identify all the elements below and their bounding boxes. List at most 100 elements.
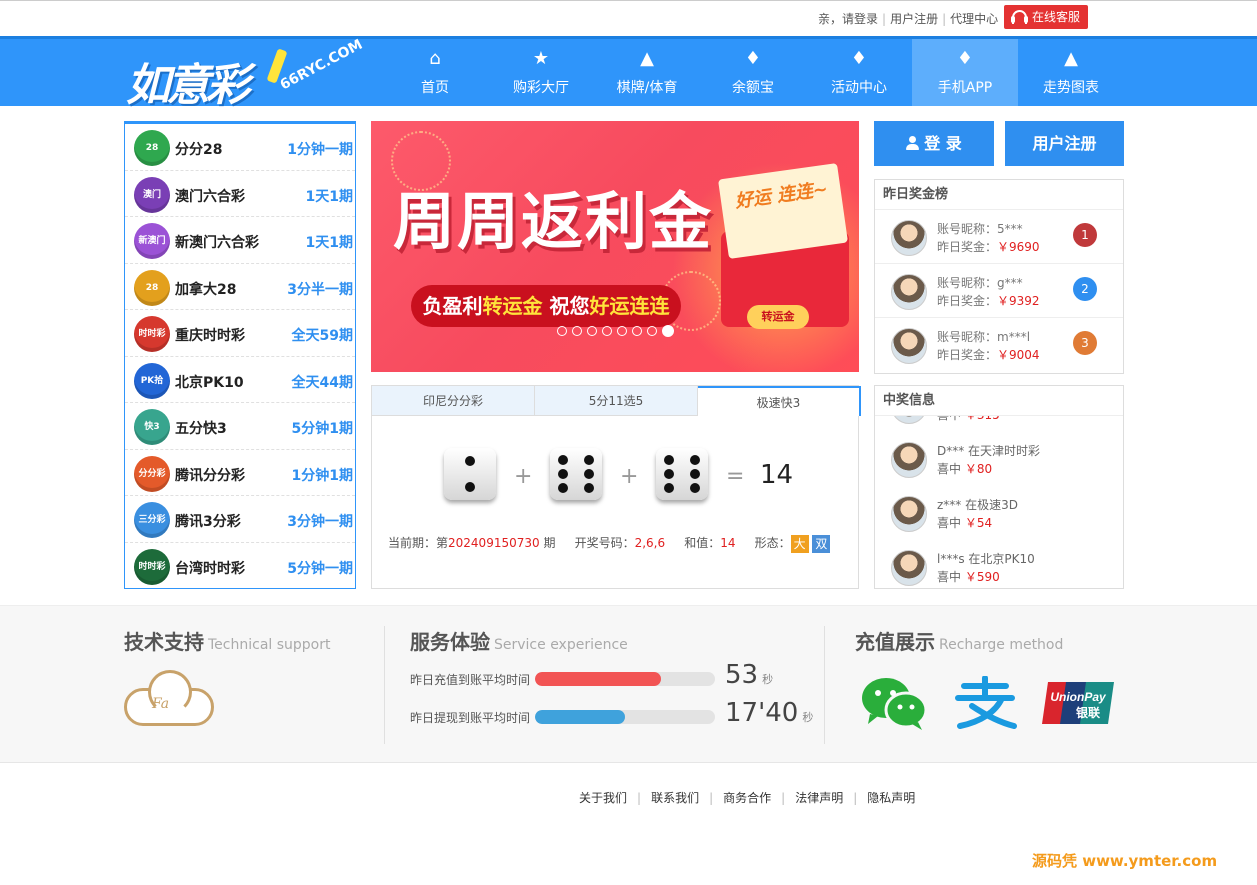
rank-medal: 3 bbox=[1073, 331, 1097, 355]
game-item[interactable]: 时时彩 重庆时时彩 全天59期 bbox=[125, 310, 355, 357]
leaderboard-row: 账号昵称：m***l 昨日奖金：￥9004 3 bbox=[875, 318, 1123, 372]
nav-item-3[interactable]: ♦ 余额宝 bbox=[700, 39, 806, 106]
dice-pip bbox=[664, 455, 674, 465]
nav-label: 手机APP bbox=[937, 80, 993, 96]
dice-pip bbox=[558, 483, 568, 493]
winner-amount: 喜中 ￥315 bbox=[937, 416, 1000, 423]
carousel-dot[interactable] bbox=[617, 325, 627, 336]
nav-item-4[interactable]: ♦ 活动中心 bbox=[806, 39, 912, 106]
game-logo-icon: 时时彩 bbox=[134, 548, 170, 585]
game-item[interactable]: 时时彩 台湾时时彩 5分钟一期 bbox=[125, 543, 355, 590]
carousel-dots bbox=[557, 323, 679, 337]
nav-item-6[interactable]: ▲ 走势图表 bbox=[1018, 39, 1124, 106]
carousel-dot[interactable] bbox=[632, 325, 642, 336]
game-logo-icon: 28 bbox=[134, 269, 170, 306]
game-period: 全天59期 bbox=[291, 328, 353, 344]
footer-link[interactable]: 联系我们 bbox=[651, 791, 699, 805]
game-name: 台湾时时彩 bbox=[175, 560, 245, 577]
game-name: 北京PK10 bbox=[175, 374, 244, 391]
nav-label: 走势图表 bbox=[1043, 80, 1099, 96]
game-item[interactable]: 28 分分28 1分钟一期 bbox=[125, 124, 355, 171]
leaderboard-title: 昨日奖金榜 bbox=[875, 180, 1123, 210]
nav-item-5[interactable]: ♦ 手机APP bbox=[912, 39, 1018, 106]
winner-info: D*** 在天津时时彩 bbox=[937, 444, 1041, 458]
money-bag-icon: ♦ bbox=[744, 48, 762, 69]
nav-item-2[interactable]: ▲ 棋牌/体育 bbox=[594, 39, 700, 106]
footer-links: 关于我们 | 联系我们 | 商务合作 | 法律声明 | 隐私声明 bbox=[579, 791, 916, 805]
game-period: 5分钟1期 bbox=[291, 421, 353, 437]
dice-pip bbox=[558, 469, 568, 479]
dice-pip bbox=[690, 455, 700, 465]
game-period: 1分钟1期 bbox=[291, 467, 353, 484]
game-period: 1分钟一期 bbox=[287, 142, 353, 158]
carousel-dot[interactable] bbox=[662, 324, 674, 337]
game-item[interactable]: 新澳门 新澳门六合彩 1天1期 bbox=[125, 217, 355, 264]
game-item[interactable]: 分分彩 腾讯分分彩 1分钟1期 bbox=[125, 450, 355, 496]
plus-sign: + bbox=[514, 464, 533, 489]
top-links: 亲，请登录 | 用户注册 | 代理中心 bbox=[818, 12, 999, 26]
banner-envelope-button[interactable]: 转运金 bbox=[747, 305, 809, 329]
metric-value: 17'40 秒 bbox=[725, 698, 814, 728]
login-label: 登 录 bbox=[924, 134, 962, 153]
footer-link[interactable]: 隐私声明 bbox=[867, 791, 915, 805]
winners-box: 中奖信息 喜中 ￥315 D*** 在天津时时彩喜中 ￥80 z*** 在极速3D 喜… bbox=[874, 385, 1124, 589]
account-name: 账号昵称：5*** bbox=[937, 222, 1023, 236]
rank-medal: 1 bbox=[1073, 223, 1097, 247]
dice-pip bbox=[465, 482, 475, 492]
banner-headline: 周周返利金 bbox=[393, 185, 714, 258]
game-logo-icon: 28 bbox=[134, 130, 170, 166]
equals-sign: = bbox=[726, 464, 745, 489]
game-name: 腾讯3分彩 bbox=[175, 514, 241, 530]
prize-line: 昨日奖金：￥9004 bbox=[937, 348, 1040, 362]
account-name: 账号昵称：m***l bbox=[937, 330, 1031, 344]
footer-link[interactable]: 关于我们 bbox=[579, 791, 627, 805]
site-logo[interactable]: 如意彩 66RYC.COM bbox=[126, 37, 365, 111]
footer-link[interactable]: 法律声明 bbox=[795, 791, 843, 805]
register-link[interactable]: 用户注册 bbox=[890, 12, 938, 26]
nav-item-0[interactable]: ⌂ 首页 bbox=[382, 39, 488, 106]
game-logo-icon: 分分彩 bbox=[134, 455, 170, 492]
register-button[interactable]: 用户注册 bbox=[1005, 121, 1124, 166]
metric-label: 昨日提现到账平均时间 bbox=[410, 711, 531, 725]
game-item[interactable]: 28 加拿大28 3分半一期 bbox=[125, 264, 355, 310]
alipay-icon bbox=[955, 676, 1017, 729]
game-logo-icon: 澳门 bbox=[134, 176, 170, 213]
online-service-button[interactable]: 在线客服 bbox=[1004, 5, 1088, 29]
game-item[interactable]: 快3 五分快3 5分钟1期 bbox=[125, 403, 355, 450]
game-item[interactable]: PK拾 北京PK10 全天44期 bbox=[125, 357, 355, 403]
promo-banner[interactable]: 周周返利金 负盈利转运金 祝您好运连连 好运 连连~ 转运金 bbox=[371, 121, 859, 372]
user-icon bbox=[906, 136, 920, 150]
form-big-badge: 大 bbox=[790, 534, 809, 553]
winner-row: 喜中 ￥315 bbox=[875, 416, 1123, 434]
carousel-dot[interactable] bbox=[557, 325, 567, 336]
lottery-tab-0[interactable]: 印尼分分彩 bbox=[372, 386, 535, 416]
login-button[interactable]: 登 录 bbox=[874, 121, 994, 166]
nav-item-1[interactable]: ★ 购彩大厅 bbox=[488, 39, 594, 106]
game-name: 澳门六合彩 bbox=[175, 188, 245, 205]
star-icon: ★ bbox=[532, 48, 550, 69]
game-item[interactable]: 澳门 澳门六合彩 1天1期 bbox=[125, 171, 355, 217]
metric-progress-bar bbox=[535, 672, 715, 686]
dice-pip bbox=[664, 469, 674, 479]
game-item[interactable]: 三分彩 腾讯3分彩 3分钟一期 bbox=[125, 496, 355, 543]
login-link[interactable]: 亲，请登录 bbox=[818, 12, 878, 26]
money-bag-icon: ♦ bbox=[956, 48, 974, 69]
avatar bbox=[891, 550, 927, 586]
account-name: 账号昵称：g*** bbox=[937, 276, 1023, 290]
lottery-tab-2[interactable]: 极速快3 bbox=[698, 386, 861, 416]
prize-line: 昨日奖金：￥9690 bbox=[937, 240, 1040, 254]
game-period: 1天1期 bbox=[305, 235, 353, 251]
wechat-pay-icon bbox=[862, 678, 928, 730]
agent-link[interactable]: 代理中心 bbox=[950, 12, 998, 26]
sum-value: 14 bbox=[720, 536, 736, 550]
game-logo-icon: 新澳门 bbox=[134, 223, 170, 259]
carousel-dot[interactable] bbox=[572, 325, 582, 336]
carousel-dot[interactable] bbox=[602, 325, 612, 336]
metric-value: 53 秒 bbox=[725, 660, 774, 690]
footer-link[interactable]: 商务合作 bbox=[723, 791, 771, 805]
game-name: 加拿大28 bbox=[175, 281, 237, 298]
carousel-dot[interactable] bbox=[647, 325, 657, 336]
carousel-dot[interactable] bbox=[587, 325, 597, 336]
lottery-tab-1[interactable]: 5分11选5 bbox=[535, 386, 698, 416]
game-period: 3分钟一期 bbox=[287, 514, 353, 530]
